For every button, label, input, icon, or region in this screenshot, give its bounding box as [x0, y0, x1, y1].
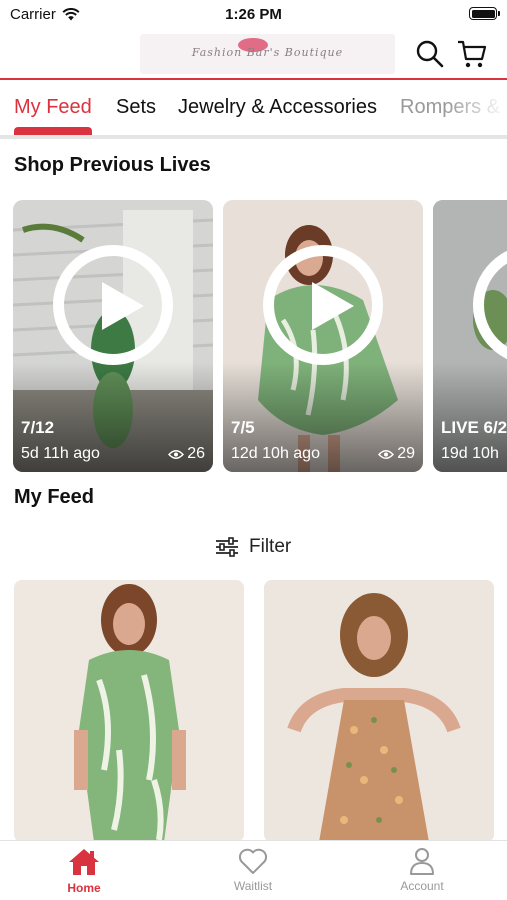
live-ago: 12d 10h ago	[231, 445, 320, 462]
eye-icon	[168, 449, 185, 459]
product-card-2[interactable]	[264, 580, 494, 842]
bottom-nav: Home Waitlist Account	[0, 840, 507, 900]
nav-home[interactable]: Home	[24, 847, 144, 895]
status-bar: Carrier 1:26 PM	[0, 0, 507, 30]
brand-logo[interactable]: Fashion Bar's Boutique	[140, 34, 395, 74]
nav-account-label: Account	[400, 879, 444, 893]
active-tab-indicator	[14, 127, 92, 135]
clock: 1:26 PM	[225, 6, 282, 23]
nav-home-label: Home	[67, 881, 101, 895]
tab-sets[interactable]: Sets	[116, 96, 156, 119]
nav-waitlist-label: Waitlist	[233, 879, 273, 893]
cart-icon[interactable]	[456, 38, 488, 70]
logo-text: Fashion Bar's Boutique	[191, 46, 344, 59]
view-count-value: 29	[397, 445, 415, 462]
tab-jewelry-accessories[interactable]: Jewelry & Accessories	[178, 96, 377, 119]
live-date: 7/12	[21, 418, 55, 437]
feed-section-title: My Feed	[14, 486, 95, 508]
product-card-1[interactable]	[14, 580, 244, 842]
live-ago: 5d 11h ago	[21, 445, 100, 462]
product-image-2	[264, 580, 494, 842]
filter-button[interactable]: Filter	[215, 534, 291, 560]
tabs-fade	[447, 82, 507, 132]
product-image-1	[14, 580, 244, 842]
live-ago: 19d 10h	[441, 445, 499, 462]
tabs-divider	[0, 135, 507, 139]
live-card-2[interactable]: 7/5 12d 10h ago 29	[223, 200, 423, 472]
sliders-icon	[216, 537, 238, 557]
search-icon[interactable]	[414, 38, 446, 70]
user-icon	[410, 848, 434, 875]
live-card-1[interactable]: 7/12 5d 11h ago 26	[13, 200, 213, 472]
live-date: LIVE 6/2	[441, 418, 507, 437]
home-icon	[69, 849, 99, 875]
play-icon[interactable]	[263, 245, 383, 365]
nav-waitlist[interactable]: Waitlist	[193, 847, 313, 893]
lives-section-title: Shop Previous Lives	[14, 154, 211, 176]
view-count: 26	[168, 445, 205, 463]
live-card-3[interactable]: LIVE 6/2 19d 10h	[433, 200, 507, 472]
eye-icon	[378, 449, 395, 459]
play-icon[interactable]	[53, 245, 173, 365]
filter-label: Filter	[249, 536, 292, 557]
view-count: 29	[378, 445, 415, 463]
view-count-value: 26	[187, 445, 205, 462]
live-date: 7/5	[231, 418, 255, 437]
nav-account[interactable]: Account	[362, 847, 482, 893]
app-header: Fashion Bar's Boutique	[0, 30, 507, 80]
battery-icon	[469, 7, 500, 20]
tab-my-feed[interactable]: My Feed	[14, 96, 92, 119]
heart-icon	[238, 848, 268, 874]
